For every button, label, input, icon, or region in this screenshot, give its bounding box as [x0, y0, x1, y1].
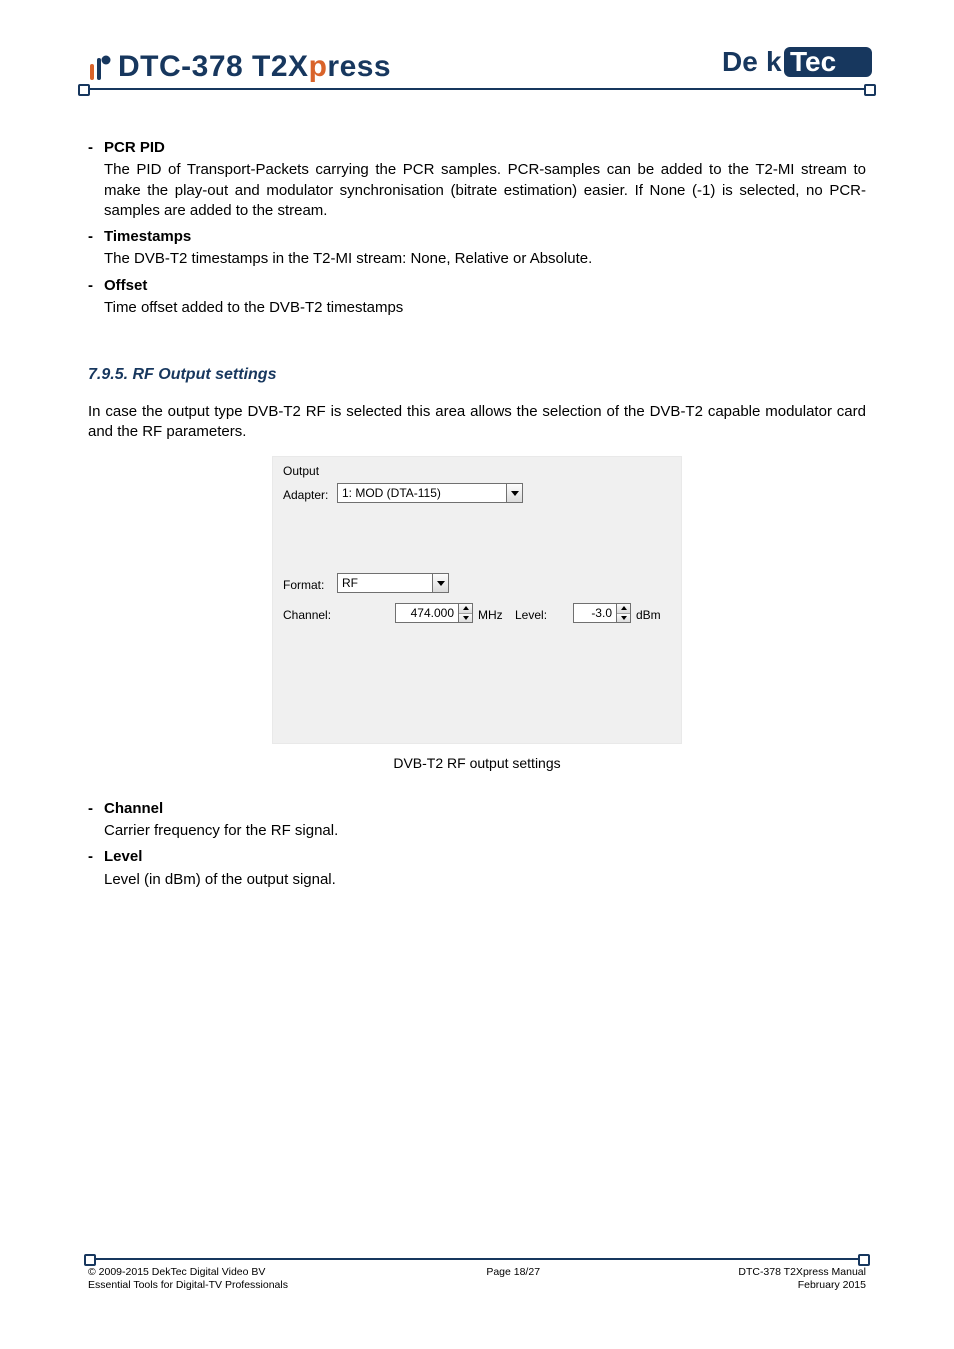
chevron-down-icon [437, 581, 445, 586]
definition-item: -OffsetTime offset added to the DVB-T2 t… [88, 276, 866, 319]
chevron-up-icon [463, 606, 469, 610]
svg-text:De: De [722, 46, 758, 77]
definition-desc: The PID of Transport-Packets carrying th… [104, 160, 866, 221]
channel-value: 474.000 [396, 605, 458, 621]
chevron-down-icon [621, 616, 627, 620]
dropdown-button[interactable] [506, 484, 522, 502]
level-value: -3.0 [574, 605, 616, 621]
adapter-select[interactable]: 1: MOD (DTA-115) [337, 483, 523, 503]
footer-page-number: Page 18/27 [486, 1266, 540, 1293]
bullet-dash: - [88, 847, 104, 890]
header-rule [82, 88, 872, 90]
stepper-down-button[interactable] [459, 614, 472, 623]
dropdown-button[interactable] [432, 574, 448, 592]
section-intro: In case the output type DVB-T2 RF is sel… [88, 402, 866, 443]
format-label: Format: [283, 577, 324, 593]
figure-caption: DVB-T2 RF output settings [393, 754, 560, 773]
definition-term: Channel [104, 799, 866, 819]
definition-item: -ChannelCarrier frequency for the RF sig… [88, 799, 866, 842]
definition-desc: Time offset added to the DVB-T2 timestam… [104, 298, 866, 318]
product-title: DTC-378 T2Xpress [90, 50, 391, 84]
footer-rule [88, 1258, 866, 1260]
definition-term: Level [104, 847, 866, 867]
stepper-up-button[interactable] [459, 604, 472, 614]
level-stepper[interactable]: -3.0 [573, 603, 631, 623]
channel-stepper[interactable]: 474.000 [395, 603, 473, 623]
stepper-up-button[interactable] [617, 604, 630, 614]
definition-desc: The DVB-T2 timestamps in the T2-MI strea… [104, 249, 866, 269]
definition-item: -TimestampsThe DVB-T2 timestamps in the … [88, 227, 866, 270]
definition-term: PCR PID [104, 138, 866, 158]
product-title-text: DTC-378 T2Xpress [118, 50, 391, 84]
chevron-down-icon [463, 616, 469, 620]
chevron-down-icon [511, 491, 519, 496]
definition-term: Timestamps [104, 227, 866, 247]
channel-unit: MHz [478, 607, 503, 623]
footer-left: © 2009-2015 DekTec Digital Video BV Esse… [88, 1266, 288, 1293]
bullet-dash: - [88, 276, 104, 319]
footer-tagline: Essential Tools for Digital-TV Professio… [88, 1279, 288, 1293]
chevron-up-icon [621, 606, 627, 610]
output-group-label: Output [283, 463, 319, 479]
footer-right: DTC-378 T2Xpress Manual February 2015 [738, 1266, 866, 1293]
adapter-select-value: 1: MOD (DTA-115) [338, 485, 506, 501]
page-footer: © 2009-2015 DekTec Digital Video BV Esse… [88, 1258, 866, 1293]
adapter-label: Adapter: [283, 487, 328, 503]
level-label: Level: [515, 607, 547, 623]
bullet-dash: - [88, 799, 104, 842]
bullet-dash: - [88, 227, 104, 270]
bullet-dash: - [88, 138, 104, 221]
definition-item: -Level Level (in dBm) of the output signa… [88, 847, 866, 890]
stepper-down-button[interactable] [617, 614, 630, 623]
definition-desc: Level (in dBm) of the output signal. [104, 870, 866, 890]
footer-date: February 2015 [738, 1279, 866, 1293]
channel-label: Channel: [283, 607, 331, 623]
page-header: DTC-378 T2Xpress De k Tec [82, 40, 872, 90]
format-select[interactable]: RF [337, 573, 449, 593]
definition-term: Offset [104, 276, 866, 296]
brand-logo: De k Tec [722, 45, 872, 84]
svg-text:k: k [766, 46, 782, 77]
definition-desc: Carrier frequency for the RF signal. [104, 821, 866, 841]
footer-copyright: © 2009-2015 DekTec Digital Video BV [88, 1266, 288, 1280]
definition-item: -PCR PIDThe PID of Transport-Packets car… [88, 138, 866, 221]
level-unit: dBm [636, 607, 661, 623]
svg-text:Tec: Tec [790, 46, 836, 77]
page-body: -PCR PIDThe PID of Transport-Packets car… [88, 132, 866, 1229]
rf-output-screenshot: Output Adapter: 1: MOD (DTA-115) Format:… [272, 456, 682, 744]
footer-doc-title: DTC-378 T2Xpress Manual [738, 1266, 866, 1280]
product-title-icon [90, 54, 112, 80]
format-select-value: RF [338, 575, 432, 591]
section-heading: 7.9.5. RF Output settings [88, 364, 866, 386]
